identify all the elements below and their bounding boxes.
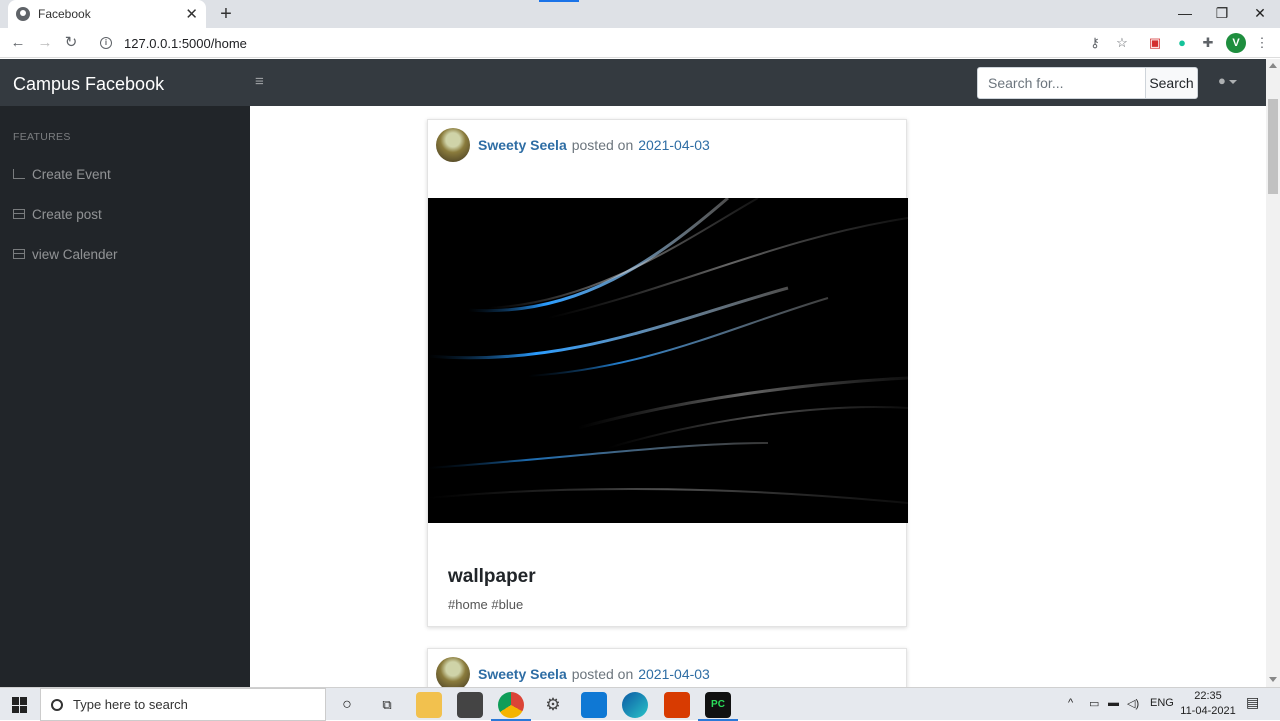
post-date[interactable]: 2021-04-03 <box>638 137 710 153</box>
post-author[interactable]: Sweety Seela <box>478 666 567 682</box>
post-title: wallpaper <box>448 566 536 587</box>
sidebar-item-label: Create post <box>32 206 102 222</box>
sidebar-heading: FEATURES <box>13 131 71 143</box>
user-dropdown[interactable]: ● <box>1218 73 1248 93</box>
post-card: Sweety Seela posted on 2021-04-03 <box>427 119 908 627</box>
volume-icon[interactable]: ◁) <box>1127 697 1139 710</box>
globe-icon <box>16 7 30 21</box>
windows-taskbar: Type here to search ○ ⧉ ⚙ PC ^ ▭ ▬ ◁) EN… <box>0 687 1280 721</box>
search-button[interactable]: Search <box>1145 67 1198 99</box>
kebab-menu-icon[interactable]: ⋮ <box>1253 34 1271 52</box>
profile-avatar[interactable]: V <box>1226 33 1246 53</box>
caret-down-icon <box>1228 79 1237 84</box>
mail-icon[interactable] <box>581 692 607 718</box>
forward-arrow-icon[interactable]: → <box>34 32 56 54</box>
taskbar-search[interactable]: Type here to search <box>40 688 326 721</box>
search-icon <box>51 698 63 711</box>
scroll-up-icon[interactable] <box>1269 63 1277 68</box>
post-tags: #home #blue <box>448 597 524 612</box>
table-icon <box>13 249 25 259</box>
notifications-icon[interactable]: ▤ <box>1246 694 1259 711</box>
posted-on-text: posted on <box>571 137 634 153</box>
search-input[interactable] <box>977 67 1146 99</box>
sidebar-item-view-calender[interactable]: view Calender <box>13 244 118 264</box>
browser-tab[interactable]: Facebook ✕ <box>8 0 206 28</box>
close-window-button[interactable]: ✕ <box>1241 0 1279 28</box>
sidebar-item-label: view Calender <box>32 246 118 262</box>
chart-area-icon <box>13 169 25 179</box>
settings-gear-icon[interactable]: ⚙ <box>540 692 566 718</box>
scrollbar-thumb[interactable] <box>1268 99 1278 194</box>
sidebar-item-label: Create Event <box>32 166 111 182</box>
scroll-down-icon[interactable] <box>1269 677 1277 682</box>
close-tab-icon[interactable]: ✕ <box>185 5 198 23</box>
browser-tabstrip: Facebook ✕ + — ❐ ✕ <box>0 0 1280 28</box>
post-author[interactable]: Sweety Seela <box>478 137 567 153</box>
taskbar-search-placeholder: Type here to search <box>73 697 188 712</box>
new-tab-button[interactable]: + <box>214 2 238 26</box>
top-navbar: Campus Facebook ≡ Search ● <box>0 59 1266 106</box>
address-bar[interactable]: i 127.0.0.1:5000/home <box>92 31 1142 55</box>
clock-date: 11-04-2021 <box>1180 705 1236 717</box>
puzzle-icon[interactable]: ✚ <box>1199 34 1217 52</box>
pycharm-icon[interactable]: PC <box>705 692 731 718</box>
key-icon[interactable]: ⚷ <box>1086 34 1104 52</box>
sidebar: FEATURES Create Event Create post view C… <box>0 106 250 687</box>
minimize-button[interactable]: — <box>1166 0 1204 28</box>
sidebar-item-create-post[interactable]: Create post <box>13 204 102 224</box>
table-icon <box>13 209 25 219</box>
tab-title: Facebook <box>38 7 91 21</box>
store-icon[interactable] <box>457 692 483 718</box>
chevron-up-icon[interactable]: ^ <box>1068 697 1073 709</box>
post-header: Sweety Seela posted on 2021-04-03 <box>436 128 710 162</box>
language-indicator[interactable]: ENG <box>1150 697 1174 709</box>
brand-title[interactable]: Campus Facebook <box>13 74 164 95</box>
user-icon: ● <box>1218 73 1226 88</box>
post-header: Sweety Seela posted on 2021-04-03 <box>436 657 710 687</box>
restore-button[interactable]: ❐ <box>1203 0 1241 28</box>
page-scrollbar[interactable] <box>1266 59 1280 687</box>
main-content: Sweety Seela posted on 2021-04-03 wallpa… <box>250 106 1266 687</box>
cortana-icon[interactable]: ○ <box>334 692 360 718</box>
hamburger-icon[interactable]: ≡ <box>255 74 269 89</box>
avatar[interactable] <box>436 128 470 162</box>
chrome-icon[interactable] <box>498 692 524 718</box>
reload-icon[interactable]: ↻ <box>60 32 82 54</box>
post-date[interactable]: 2021-04-03 <box>638 666 710 682</box>
task-view-icon[interactable]: ⧉ <box>374 692 400 718</box>
browser-toolbar: ← → ↻ i 127.0.0.1:5000/home ⚷ ☆ ▣ ● ✚ V … <box>0 28 1280 58</box>
network-icon[interactable]: ▭ <box>1089 697 1099 710</box>
clock-time: 22:35 <box>1194 690 1222 702</box>
edge-icon[interactable] <box>622 692 648 718</box>
post-card: Sweety Seela posted on 2021-04-03 <box>427 648 907 687</box>
battery-icon[interactable]: ▬ <box>1108 697 1119 709</box>
post-image <box>428 198 908 523</box>
star-icon[interactable]: ☆ <box>1113 34 1131 52</box>
pocket-extension-icon[interactable]: ▣ <box>1146 34 1164 52</box>
file-explorer-icon[interactable] <box>416 692 442 718</box>
tab-drag-indicator <box>539 0 579 2</box>
sidebar-item-create-event[interactable]: Create Event <box>13 164 111 184</box>
info-icon[interactable]: i <box>100 37 112 49</box>
back-arrow-icon[interactable]: ← <box>7 32 29 54</box>
taskbar-clock[interactable]: 22:35 11-04-2021 <box>1176 689 1240 719</box>
url-text: 127.0.0.1:5000/home <box>124 35 247 51</box>
posted-on-text: posted on <box>571 666 634 682</box>
grammarly-extension-icon[interactable]: ● <box>1173 34 1191 52</box>
avatar[interactable] <box>436 657 470 687</box>
windows-start-icon[interactable] <box>12 697 28 713</box>
office-icon[interactable] <box>664 692 690 718</box>
